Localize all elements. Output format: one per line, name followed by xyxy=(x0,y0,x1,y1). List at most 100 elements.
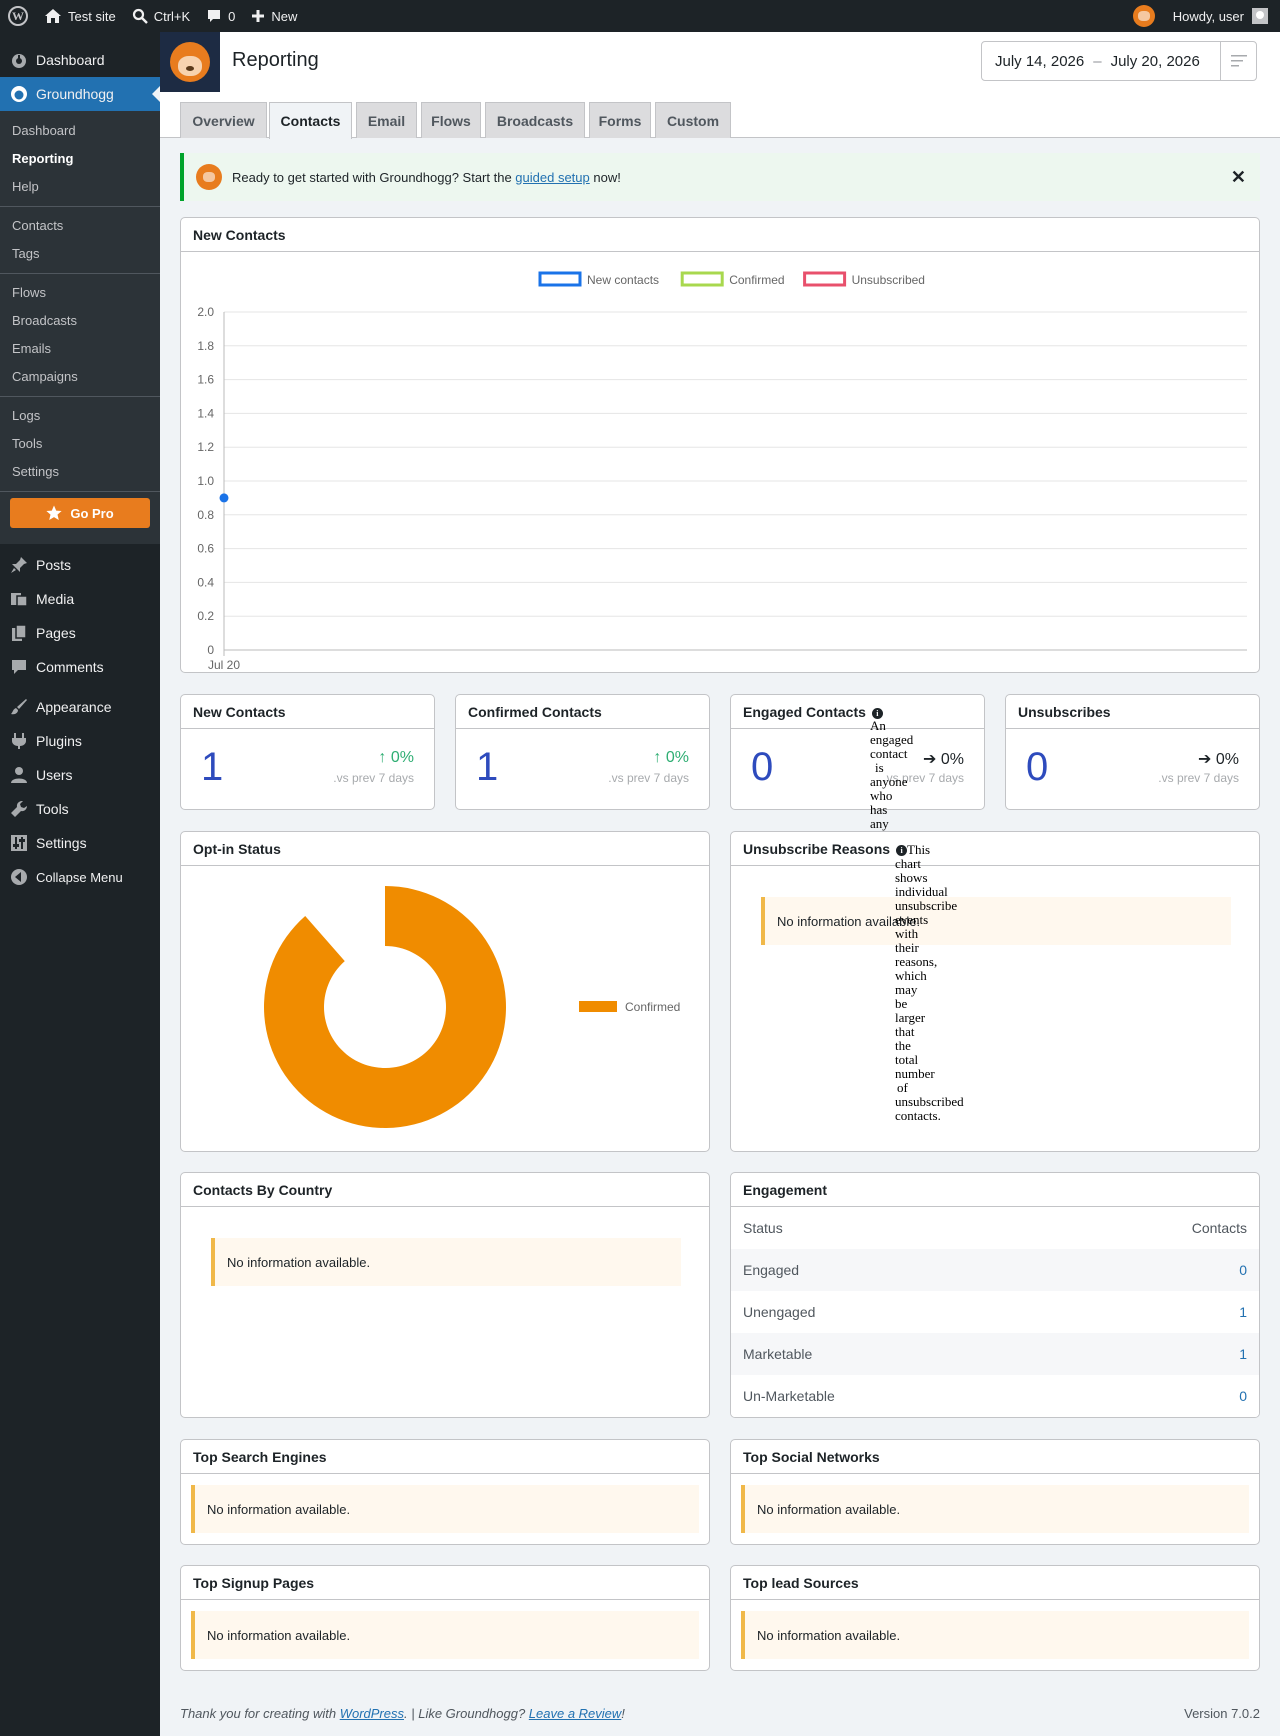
submenu-item-broadcasts[interactable]: Broadcasts xyxy=(0,307,160,335)
stat-value: 0 xyxy=(751,745,774,789)
tooltip-word: their xyxy=(895,940,919,955)
submenu-item-campaigns[interactable]: Campaigns xyxy=(0,363,160,391)
groundhogg-submenu: Dashboard Reporting Help Contacts Tags F… xyxy=(0,111,160,544)
submenu-item-tags[interactable]: Tags xyxy=(0,240,160,268)
page-header: Reporting July 14, 2026 – July 20, 2026 xyxy=(160,32,1280,92)
engagement-panel: Engagement Status Contacts Engaged 0 Unen… xyxy=(730,1172,1260,1418)
y-tick-label: 0.2 xyxy=(197,609,214,623)
filter-icon[interactable] xyxy=(1220,42,1256,80)
panel-title: Contacts By Country xyxy=(181,1173,709,1207)
tooltip-word: be xyxy=(895,996,908,1011)
sidebar-item-tools[interactable]: Tools xyxy=(0,792,160,826)
pie-slice xyxy=(264,886,506,1128)
right-arrow-icon: ➔ xyxy=(1198,751,1212,768)
stat-title-text: Engaged Contacts xyxy=(743,704,866,720)
submenu-item-reporting[interactable]: Reporting xyxy=(0,145,160,173)
sidebar-item-settings[interactable]: Settings xyxy=(0,826,160,860)
up-arrow-icon: ↑ xyxy=(378,749,387,766)
tooltip-word: reasons, xyxy=(895,954,938,969)
user-account-menu[interactable]: Howdy, user xyxy=(1165,0,1280,32)
comments-link[interactable]: 0 xyxy=(198,0,243,32)
submenu-item-dashboard[interactable]: Dashboard xyxy=(0,117,160,145)
legend-label: New contacts xyxy=(587,273,659,287)
sidebar-item-posts[interactable]: Posts xyxy=(0,548,160,582)
engagement-count-link[interactable]: 1 xyxy=(1239,1346,1247,1362)
tab-custom[interactable]: Custom xyxy=(655,102,731,138)
table-row: Un-Marketable 0 xyxy=(731,1375,1259,1417)
search-icon xyxy=(132,8,148,24)
site-name-link[interactable]: Test site xyxy=(36,0,124,32)
wordpress-logo-icon[interactable]: W xyxy=(0,0,36,32)
tab-flows[interactable]: Flows xyxy=(421,102,481,138)
sidebar-item-media[interactable]: Media xyxy=(0,582,160,616)
collapse-menu-button[interactable]: Collapse Menu xyxy=(0,860,160,894)
sidebar-item-users[interactable]: Users xyxy=(0,758,160,792)
submenu-item-help[interactable]: Help xyxy=(0,173,160,201)
stat-value: 0 xyxy=(1026,745,1049,789)
panel-title: New Contacts xyxy=(181,218,1259,252)
tooltip-word: contacts. xyxy=(895,1108,941,1123)
stat-title: Unsubscribes xyxy=(1006,695,1259,729)
collapse-arrow-icon xyxy=(10,868,28,886)
sidebar-item-pages[interactable]: Pages xyxy=(0,616,160,650)
table-row: Marketable 1 xyxy=(731,1333,1259,1375)
date-end[interactable]: July 20, 2026 xyxy=(1111,53,1200,70)
stat-percent: 0% xyxy=(390,749,414,766)
submenu-item-tools[interactable]: Tools xyxy=(0,430,160,458)
go-pro-button[interactable]: Go Pro xyxy=(10,498,150,528)
search-command[interactable]: Ctrl+K xyxy=(124,0,198,32)
up-arrow-icon: ↑ xyxy=(653,749,662,766)
tab-contacts[interactable]: Contacts xyxy=(269,102,352,139)
panel-title: Engagement xyxy=(731,1173,1259,1207)
legend-swatch xyxy=(680,271,724,287)
submenu-divider xyxy=(0,273,160,274)
footer-text: . | Like Groundhogg? xyxy=(404,1706,529,1721)
submenu-item-logs[interactable]: Logs xyxy=(0,402,160,430)
submenu-item-settings[interactable]: Settings xyxy=(0,458,160,486)
tooltip-word: events xyxy=(895,912,929,927)
data-point xyxy=(219,493,229,503)
sidebar-item-dashboard[interactable]: Dashboard xyxy=(0,43,160,77)
optin-status-pie-chart: Confirmed xyxy=(264,886,680,1128)
submenu-item-emails[interactable]: Emails xyxy=(0,335,160,363)
table-row: Unengaged 1 xyxy=(731,1291,1259,1333)
date-range-picker[interactable]: July 14, 2026 – July 20, 2026 xyxy=(981,41,1257,81)
stat-card-unsubscribes: Unsubscribes 0 ➔ 0% .vs prev 7 days xyxy=(1005,694,1260,810)
close-icon[interactable]: ✕ xyxy=(1231,167,1246,188)
tab-email[interactable]: Email xyxy=(356,102,417,138)
sidebar-item-label: Posts xyxy=(36,557,72,573)
engagement-count-link[interactable]: 1 xyxy=(1239,1304,1247,1320)
guided-setup-link[interactable]: guided setup xyxy=(515,170,589,185)
unsubscribe-info-tooltip: This chart shows individual unsubscribe … xyxy=(895,843,975,1123)
stat-title: New Contacts xyxy=(181,695,434,729)
tooltip-word: This xyxy=(907,842,931,857)
star-icon xyxy=(46,505,62,520)
tooltip-word: chart xyxy=(895,856,921,871)
submenu-item-contacts[interactable]: Contacts xyxy=(0,212,160,240)
tooltip-word: shows xyxy=(895,870,928,885)
new-contacts-chart-panel: New Contacts New contacts Confirmed Unsubs… xyxy=(180,217,1260,673)
y-tick-label: 0.4 xyxy=(197,575,214,589)
tab-forms[interactable]: Forms xyxy=(589,102,651,138)
column-header-status: Status xyxy=(743,1220,783,1236)
engagement-count-link[interactable]: 0 xyxy=(1239,1262,1247,1278)
optin-status-panel: Opt-in Status Confirmed xyxy=(180,831,710,1152)
notice-text-before: Ready to get started with Groundhogg? St… xyxy=(232,169,516,185)
sidebar-item-plugins[interactable]: Plugins xyxy=(0,724,160,758)
panel-title: Top Social Networks xyxy=(731,1440,1259,1474)
stat-change: ↑ 0% xyxy=(653,749,689,767)
tab-broadcasts[interactable]: Broadcasts xyxy=(485,102,585,138)
new-content-link[interactable]: New xyxy=(243,0,305,32)
notice-text-after: now! xyxy=(589,169,621,185)
sidebar-item-appearance[interactable]: Appearance xyxy=(0,690,160,724)
sidebar-item-groundhogg[interactable]: Groundhogg xyxy=(0,77,160,111)
tab-overview[interactable]: Overview xyxy=(180,102,267,138)
submenu-item-flows[interactable]: Flows xyxy=(0,279,160,307)
date-start[interactable]: July 14, 2026 xyxy=(995,53,1084,70)
tooltip-word: may xyxy=(895,982,918,997)
groundhogg-mascot-icon[interactable] xyxy=(1132,5,1155,27)
wordpress-link[interactable]: WordPress xyxy=(340,1706,404,1721)
engagement-count-link[interactable]: 0 xyxy=(1239,1388,1247,1404)
leave-review-link[interactable]: Leave a Review xyxy=(529,1706,622,1721)
sidebar-item-comments[interactable]: Comments xyxy=(0,650,160,684)
